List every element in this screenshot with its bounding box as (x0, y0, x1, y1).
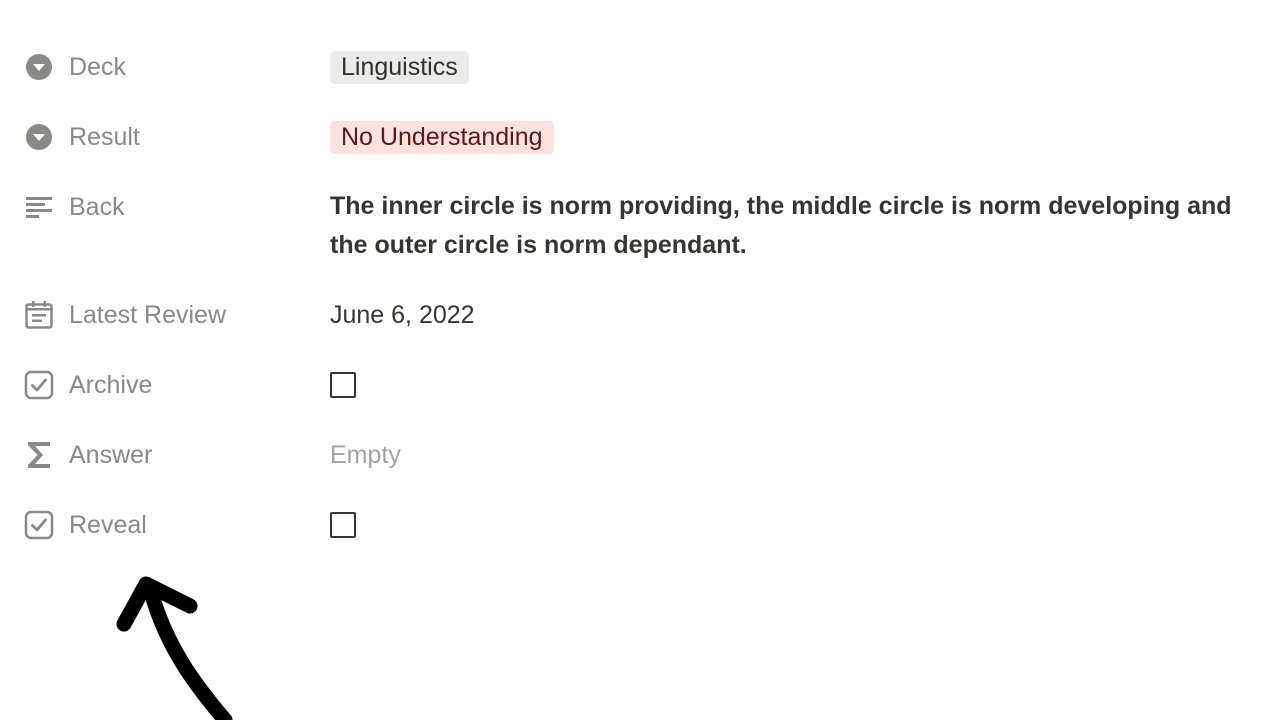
text-lines-icon (24, 192, 54, 222)
property-label: Deck (69, 53, 126, 81)
property-value-latest-review[interactable]: June 6, 2022 (330, 297, 1262, 333)
property-label: Reveal (69, 511, 147, 539)
property-value-archive (330, 367, 1262, 398)
property-key-reveal[interactable]: Reveal (24, 507, 147, 543)
property-key-deck[interactable]: Deck (24, 49, 126, 85)
sigma-icon (24, 440, 54, 470)
property-value-reveal (330, 507, 1262, 538)
property-key-answer[interactable]: Answer (24, 437, 152, 473)
checkbox-icon (24, 510, 54, 540)
property-label: Back (69, 193, 125, 221)
property-value-back[interactable]: The inner circle is norm providing, the … (330, 187, 1262, 265)
property-value-result[interactable]: No Understanding (330, 119, 1262, 155)
checkbox-icon (24, 370, 54, 400)
archive-checkbox[interactable] (330, 372, 356, 398)
property-key-result[interactable]: Result (24, 119, 140, 155)
property-value-answer[interactable]: Empty (330, 437, 1262, 473)
select-icon (24, 122, 54, 152)
properties-panel: Deck Linguistics Result No Understanding… (0, 0, 1280, 720)
reveal-checkbox[interactable] (330, 512, 356, 538)
property-label: Answer (69, 441, 153, 469)
property-key-back[interactable]: Back (24, 189, 125, 225)
property-value-deck[interactable]: Linguistics (330, 49, 1262, 85)
property-label: Archive (69, 371, 153, 399)
result-tag[interactable]: No Understanding (330, 121, 554, 154)
calendar-icon (24, 300, 54, 330)
deck-tag[interactable]: Linguistics (330, 51, 469, 84)
curved-arrow-icon (116, 576, 233, 720)
property-label: Result (69, 123, 140, 151)
property-key-archive[interactable]: Archive (24, 367, 152, 403)
property-label: Latest Review (69, 301, 227, 329)
property-key-latest-review[interactable]: Latest Review (24, 297, 226, 333)
select-icon (24, 52, 54, 82)
